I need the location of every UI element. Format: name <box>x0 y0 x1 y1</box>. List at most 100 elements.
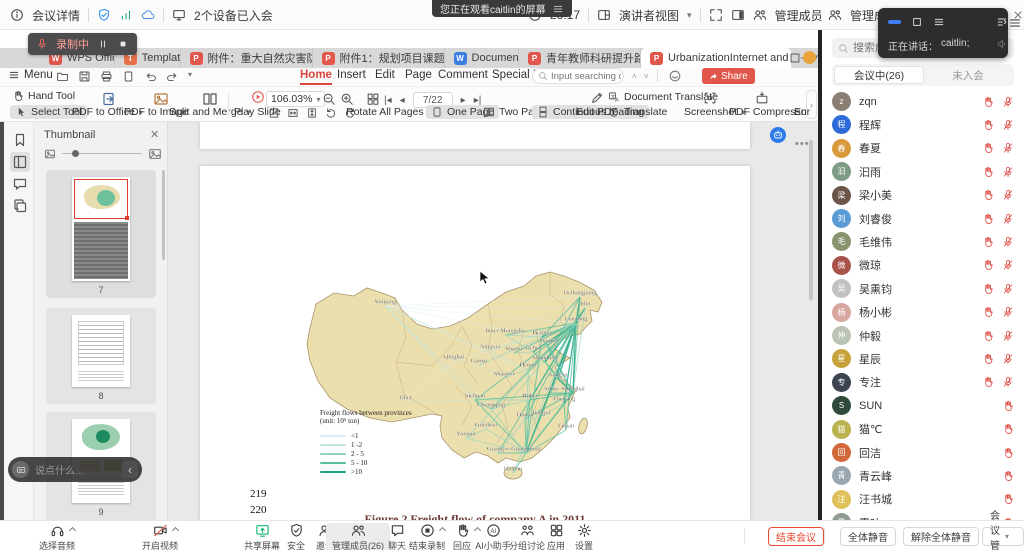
raise-hand-icon[interactable] <box>1002 447 1014 459</box>
view-mode-dropdown[interactable]: 演讲者视图 <box>619 7 679 24</box>
thumbnail-panel-icon[interactable] <box>10 152 30 172</box>
danmaku-input-pill[interactable]: 说点什么... ‹ <box>8 457 142 482</box>
member-row[interactable]: 专专注 <box>822 371 1024 394</box>
fit-page-icon[interactable] <box>268 107 280 119</box>
page-thumbnail-8[interactable]: 8 <box>46 308 156 404</box>
toast-menu-icon[interactable] <box>552 3 564 15</box>
stop-recording-icon[interactable] <box>117 38 129 50</box>
tab-not-joined[interactable]: 未入会 <box>924 66 1012 84</box>
mic-off-icon[interactable] <box>1002 376 1014 388</box>
minimize-bar-icon[interactable] <box>888 20 901 24</box>
document-scrollbar[interactable] <box>809 140 813 300</box>
tab-comment[interactable]: Comment <box>438 69 488 81</box>
tab-insert[interactable]: Insert <box>337 69 366 81</box>
translate-button[interactable]: Translate <box>608 106 667 118</box>
bookmark-panel-icon[interactable] <box>12 132 28 148</box>
thumbnail-scrollbar[interactable] <box>162 170 165 260</box>
raise-hand-icon[interactable] <box>982 353 994 365</box>
raise-hand-icon[interactable] <box>1002 493 1014 505</box>
mic-off-icon[interactable] <box>1002 189 1014 201</box>
pdf-page-7[interactable]: XinjiangTibetQinghaiGansuNingxiaInner Mo… <box>200 166 750 520</box>
close-thumbnail-panel-icon[interactable]: ✕ <box>150 128 159 141</box>
raise-hand-icon[interactable] <box>1002 400 1014 412</box>
comment-panel-icon[interactable] <box>12 176 28 192</box>
start-video-button[interactable]: 开启视频 <box>128 523 192 550</box>
search-next-caret[interactable]: ˅ <box>644 72 649 81</box>
member-row[interactable]: 猫猫℃ <box>822 418 1024 441</box>
member-row[interactable]: SSUN <box>822 394 1024 417</box>
member-row[interactable]: 杨杨小彬 <box>822 301 1024 324</box>
mute-all-button[interactable]: 全体静音 <box>840 527 896 546</box>
panel-menu-hamburger-icon[interactable] <box>1008 16 1022 30</box>
tab-document6[interactable]: W Document6 <box>445 48 519 68</box>
raise-hand-icon[interactable] <box>982 189 994 201</box>
raise-hand-icon[interactable] <box>982 213 994 225</box>
network-signal-icon[interactable] <box>119 8 133 22</box>
menu-hamburger-icon[interactable] <box>8 69 20 81</box>
tab-pdf-attachment[interactable]: P 附件：重大自然灾害防控与公共安 <box>181 48 313 68</box>
raise-hand-icon[interactable] <box>982 142 994 154</box>
slider-handle[interactable] <box>72 150 79 157</box>
menu-button[interactable]: Menu <box>24 69 53 81</box>
first-page-button[interactable]: |◂ <box>384 95 392 106</box>
page-thumbnail-7[interactable]: 7 <box>46 170 156 298</box>
eye-protection-icon[interactable] <box>668 69 682 83</box>
rotate-left-icon[interactable] <box>325 107 337 119</box>
member-row[interactable]: 回回洁 <box>822 441 1024 464</box>
pause-recording-icon[interactable] <box>97 38 109 50</box>
mic-off-icon[interactable] <box>1002 142 1014 154</box>
tab-pdf-attachment-1[interactable]: P 附件1：规划项目课题指南.pdf <box>313 48 445 68</box>
mic-off-icon[interactable] <box>1002 353 1014 365</box>
manage-members-button[interactable]: 管理成员 <box>775 7 823 24</box>
mic-off-icon[interactable] <box>1002 283 1014 295</box>
extract-panel-icon[interactable] <box>12 198 28 214</box>
small-thumbnails-icon[interactable] <box>44 148 56 160</box>
member-row[interactable]: 春春夏 <box>822 137 1024 160</box>
tab-edit[interactable]: Edit <box>375 69 395 81</box>
select-audio-button[interactable]: 选择音频 <box>25 523 89 550</box>
zoom-out-icon[interactable] <box>322 92 336 106</box>
redo-icon[interactable] <box>166 70 179 83</box>
mic-off-icon[interactable] <box>1002 213 1014 225</box>
multi-page-view-icon[interactable] <box>366 92 380 106</box>
wps-ai-assistant-button[interactable] <box>770 127 786 143</box>
danmaku-placeholder[interactable]: 说点什么... <box>35 462 116 477</box>
member-row[interactable]: 毛毛维伟 <box>822 230 1024 253</box>
zoom-level-select[interactable]: 106.03%▾ <box>266 91 325 107</box>
raise-hand-icon[interactable] <box>982 376 994 388</box>
member-row[interactable]: 吴吴熏钧 <box>822 277 1024 300</box>
raise-hand-icon[interactable] <box>982 119 994 131</box>
restore-layout-icon[interactable] <box>911 16 923 28</box>
tab-urbanization-active[interactable]: P UrbanizationInternet and 1 ✕ <box>641 48 791 68</box>
member-row[interactable]: 汩汩雨 <box>822 160 1024 183</box>
mic-off-icon[interactable] <box>1002 166 1014 178</box>
print-preview-icon[interactable] <box>122 70 135 83</box>
zoom-in-icon[interactable] <box>340 92 354 106</box>
raise-hand-icon[interactable] <box>982 330 994 342</box>
devices-joined-label[interactable]: 2个设备已入会 <box>194 7 273 24</box>
cloud-icon[interactable] <box>141 8 155 22</box>
collapse-pill-chevron[interactable]: ‹ <box>122 461 138 478</box>
mic-off-icon[interactable] <box>1002 96 1014 108</box>
raise-hand-icon[interactable] <box>1002 470 1014 482</box>
fullscreen-icon[interactable] <box>709 8 723 22</box>
end-meeting-button[interactable]: 结束会议 <box>768 527 824 546</box>
print-icon[interactable] <box>100 70 113 83</box>
tab-pdf-share[interactable]: P 青年教师科研提升路径分享.pp <box>519 48 641 68</box>
last-page-button[interactable]: ▸| <box>474 95 482 106</box>
member-row[interactable]: 梁梁小美 <box>822 184 1024 207</box>
save-icon[interactable] <box>78 70 91 83</box>
prev-page-button[interactable]: ◂ <box>400 95 405 106</box>
raise-hand-icon[interactable] <box>982 166 994 178</box>
mic-off-icon[interactable] <box>1002 119 1014 131</box>
mic-off-icon[interactable] <box>1002 330 1014 342</box>
mic-off-icon[interactable] <box>1002 236 1014 248</box>
mic-off-icon[interactable] <box>1002 259 1014 271</box>
member-row[interactable]: 仲仲毅 <box>822 324 1024 347</box>
raise-hand-icon[interactable] <box>982 283 994 295</box>
shield-check-icon[interactable] <box>97 8 111 22</box>
mic-off-icon[interactable] <box>1002 306 1014 318</box>
open-file-icon[interactable] <box>56 70 69 83</box>
list-view-icon[interactable] <box>933 16 945 28</box>
meeting-control-button[interactable]: 会议管控▾ <box>982 527 1024 546</box>
